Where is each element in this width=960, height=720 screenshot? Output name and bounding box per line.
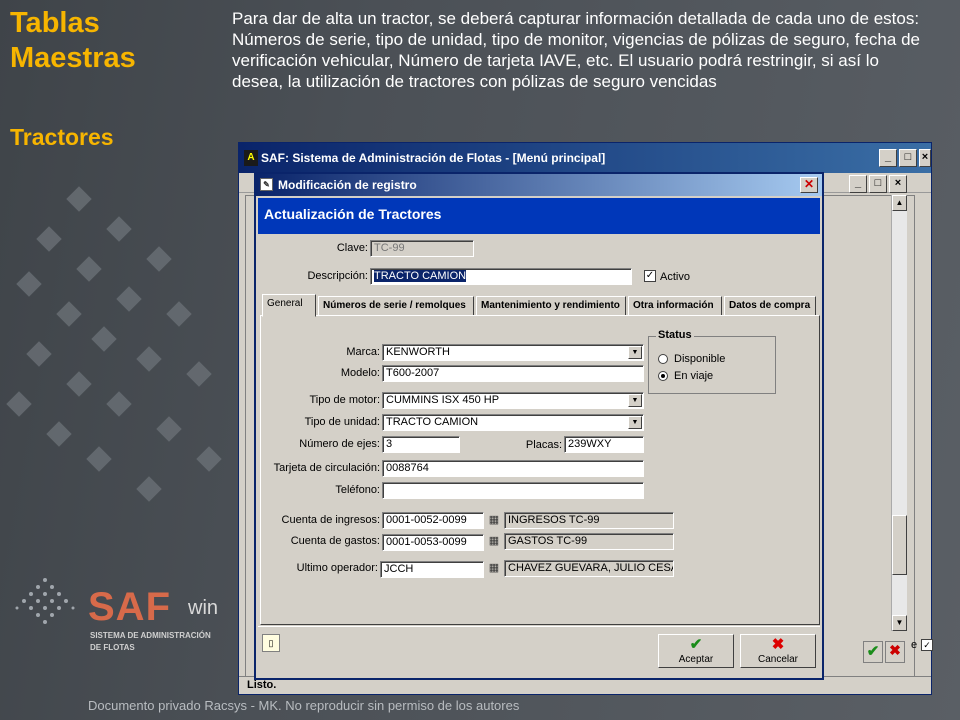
telefono-label: Teléfono: <box>335 484 380 496</box>
child-maximize-button[interactable]: □ <box>869 175 887 193</box>
safwin-logo: SAF win SISTEMA DE ADMINISTRACIÓN DE FLO… <box>10 565 230 660</box>
activo-label: Activo <box>660 271 690 283</box>
en-viaje-label: En viaje <box>674 370 714 382</box>
placas-field[interactable]: 239WXY <box>564 436 644 453</box>
slide-title-line2: Maestras <box>10 42 136 74</box>
logo-win-text: win <box>188 597 219 619</box>
dialog-button-bar <box>258 626 820 676</box>
motor-select[interactable]: CUMMINS ISX 450 HP ▼ <box>382 392 644 409</box>
cross-icon: ✖ <box>771 636 785 653</box>
logo-dots-icon <box>15 578 75 624</box>
modelo-label: Modelo: <box>340 367 380 379</box>
slide-description: Para dar de alta un tractor, se deberá c… <box>232 9 920 91</box>
ingresos-desc: INGRESOS TC-99 <box>504 512 674 529</box>
main-window-title: SAF: Sistema de Administración de Flotas… <box>261 151 606 165</box>
checkmark-icon: ✔ <box>689 636 703 653</box>
gastos-desc: GASTOS TC-99 <box>504 533 674 550</box>
decorative-diamond-pattern <box>6 186 222 502</box>
motor-label: Tipo de motor: <box>309 394 380 406</box>
ejes-field[interactable]: 3 <box>382 436 460 453</box>
slide-title-line1: Tablas <box>10 7 100 39</box>
disponible-radio[interactable] <box>658 354 668 364</box>
cancel-button-label: Cancelar <box>757 654 799 665</box>
child-minimize-button[interactable]: _ <box>849 175 867 193</box>
dialog-close-button[interactable]: ✕ <box>800 177 818 193</box>
cancel-button[interactable]: ✖ Cancelar <box>740 634 816 668</box>
slide-footer: Documento privado Racsys - MK. No reprod… <box>88 698 520 713</box>
side-checkbox[interactable]: ✓ <box>921 639 933 651</box>
operador-field[interactable]: JCCH <box>380 561 484 578</box>
ingresos-lookup-icon[interactable]: ▦ <box>488 514 500 526</box>
descripcion-field[interactable]: TRACTO CAMION <box>370 268 632 285</box>
clave-label: Clave: <box>336 242 368 254</box>
placas-label: Placas: <box>525 439 562 451</box>
close-button[interactable]: × <box>919 149 931 167</box>
side-label: e <box>911 639 918 651</box>
child-close-button[interactable]: × <box>889 175 907 193</box>
vertical-scrollbar[interactable]: ▲ ▼ <box>891 195 907 631</box>
modify-record-dialog: ✎ Modificación de registro ✕ Actualizaci… <box>254 172 824 680</box>
operador-lookup-icon[interactable]: ▦ <box>488 562 500 574</box>
logo-saf-text: SAF <box>88 585 171 629</box>
new-document-icon[interactable]: ▯ <box>262 634 280 652</box>
main-accept-icon[interactable]: ✔ <box>863 641 883 663</box>
logo-tagline-2: DE FLOTAS <box>90 643 135 652</box>
chevron-down-icon[interactable]: ▼ <box>628 394 642 407</box>
logo-tagline-1: SISTEMA DE ADMINISTRACIÓN <box>90 631 211 640</box>
operador-desc: CHAVEZ GUEVARA, JULIO CESAR <box>504 560 674 577</box>
accept-button[interactable]: ✔ Aceptar <box>658 634 734 668</box>
maximize-button[interactable]: □ <box>899 149 917 167</box>
main-cancel-icon[interactable]: ✖ <box>885 641 905 663</box>
dialog-title: Modificación de registro <box>278 178 417 192</box>
dialog-icon: ✎ <box>260 178 273 191</box>
disponible-label: Disponible <box>674 353 726 365</box>
tab-datos-compra[interactable]: Datos de compra <box>724 296 816 316</box>
gastos-field[interactable]: 0001-0053-0099 <box>382 534 484 551</box>
activo-checkbox[interactable]: ✓ <box>644 270 656 282</box>
tab-general[interactable]: General <box>262 294 316 317</box>
accept-button-label: Aceptar <box>678 654 714 665</box>
clave-field[interactable]: TC-99 <box>370 240 474 257</box>
status-group-title: Status <box>656 329 694 341</box>
descripcion-label: Descripción: <box>307 270 368 282</box>
chevron-down-icon[interactable]: ▼ <box>628 346 642 359</box>
scroll-up-icon[interactable]: ▲ <box>892 195 907 211</box>
gastos-lookup-icon[interactable]: ▦ <box>488 535 500 547</box>
tab-otra-informacion[interactable]: Otra información <box>628 296 722 316</box>
dialog-header: Actualización de Tractores <box>258 198 820 234</box>
motor-value: CUMMINS ISX 450 HP <box>386 394 500 406</box>
marca-select[interactable]: KENWORTH ▼ <box>382 344 644 361</box>
tarjeta-label: Tarjeta de circulación: <box>273 462 380 474</box>
ingresos-field[interactable]: 0001-0052-0099 <box>382 512 484 529</box>
scroll-down-icon[interactable]: ▼ <box>892 615 907 631</box>
tarjeta-field[interactable]: 0088764 <box>382 460 644 477</box>
status-group <box>648 336 776 394</box>
dialog-titlebar: ✎ Modificación de registro ✕ <box>256 174 822 196</box>
slide-subtitle: Tractores <box>10 124 114 150</box>
telefono-field[interactable] <box>382 482 644 499</box>
minimize-button[interactable]: _ <box>879 149 897 167</box>
unidad-select[interactable]: TRACTO CAMION ▼ <box>382 414 644 431</box>
tab-numeros-serie[interactable]: Números de serie / remolques <box>318 296 474 316</box>
chevron-down-icon[interactable]: ▼ <box>628 416 642 429</box>
unidad-label: Tipo de unidad: <box>304 416 380 428</box>
tab-mantenimiento[interactable]: Mantenimiento y rendimiento <box>476 296 626 316</box>
app-icon: A <box>244 150 258 166</box>
marca-label: Marca: <box>346 346 380 358</box>
ingresos-label: Cuenta de ingresos: <box>281 514 380 526</box>
main-titlebar: A SAF: Sistema de Administración de Flot… <box>239 143 931 173</box>
gastos-label: Cuenta de gastos: <box>290 535 380 547</box>
en-viaje-radio[interactable] <box>658 371 668 381</box>
slide-title: Tablas Maestras <box>10 6 136 76</box>
scroll-thumb[interactable] <box>892 515 907 575</box>
marca-value: KENWORTH <box>386 346 450 358</box>
tab-strip: General Números de serie / remolques Man… <box>260 294 820 317</box>
operador-label: Ultimo operador: <box>296 562 378 574</box>
descripcion-value: TRACTO CAMION <box>374 270 467 282</box>
modelo-field[interactable]: T600-2007 <box>382 365 644 382</box>
ejes-label: Número de ejes: <box>299 438 380 450</box>
unidad-value: TRACTO CAMION <box>386 416 479 428</box>
